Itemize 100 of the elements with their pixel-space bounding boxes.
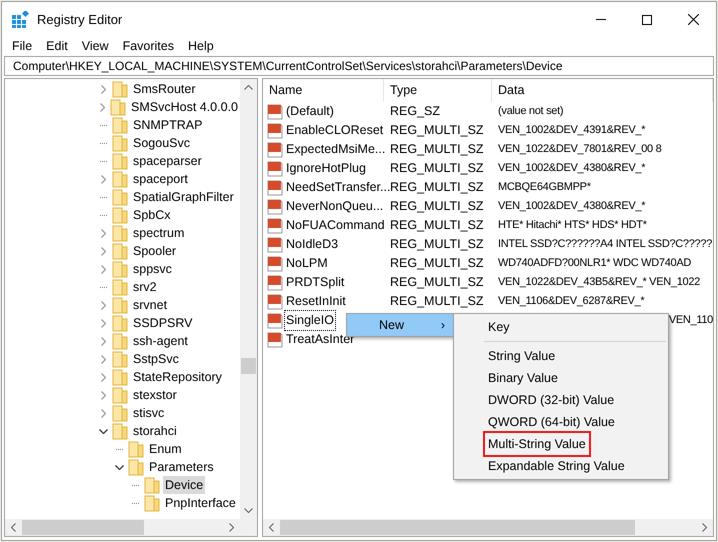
expand-chevron-icon[interactable] bbox=[101, 174, 106, 184]
tree-item[interactable]: ssh-agent bbox=[131, 332, 190, 350]
folder-icon bbox=[112, 422, 128, 440]
tree-item[interactable]: srv2 bbox=[131, 278, 159, 296]
expand-chevron-icon[interactable] bbox=[101, 264, 106, 274]
expand-chevron-icon[interactable] bbox=[100, 102, 105, 112]
value-type: REG_MULTI_SZ bbox=[390, 275, 484, 290]
tree-item[interactable]: sppsvc bbox=[131, 260, 174, 278]
folder-icon bbox=[144, 476, 160, 494]
expand-chevron-icon[interactable] bbox=[101, 84, 106, 94]
vertical-scrollbar[interactable] bbox=[240, 79, 257, 519]
value-data: VEN_1106&DEV_6287&REV_* bbox=[498, 294, 644, 310]
value-name[interactable]: EnableCLOReset bbox=[285, 121, 384, 140]
tree-item[interactable]: SSDPSRV bbox=[131, 314, 195, 332]
value-data: (value not set) bbox=[498, 104, 564, 120]
value-name[interactable]: (Default) bbox=[285, 102, 335, 121]
collapse-chevron-icon[interactable] bbox=[99, 428, 108, 434]
value-type: REG_MULTI_SZ bbox=[390, 199, 484, 214]
tree-item[interactable]: Spooler bbox=[131, 242, 178, 260]
value-name[interactable]: NoFUACommand bbox=[285, 216, 386, 235]
registry-icon bbox=[12, 11, 29, 28]
menu-item[interactable]: File bbox=[5, 36, 40, 56]
menu-item[interactable]: String Value bbox=[485, 345, 558, 367]
menu-item[interactable]: View bbox=[74, 36, 116, 56]
menu-item[interactable]: QWORD (64-bit) Value bbox=[485, 411, 618, 433]
expand-chevron-icon[interactable] bbox=[101, 300, 106, 310]
folder-icon bbox=[112, 224, 128, 242]
menu-item[interactable]: Multi-String Value bbox=[485, 433, 589, 455]
value-name[interactable]: NoLPM bbox=[285, 254, 329, 273]
column-header[interactable]: Name bbox=[263, 79, 384, 102]
value-type: REG_MULTI_SZ bbox=[390, 123, 484, 138]
tree-item[interactable]: spaceport bbox=[131, 170, 190, 188]
value-name[interactable]: NeverNonQueu... bbox=[285, 197, 384, 216]
folder-icon bbox=[112, 296, 128, 314]
value-name[interactable]: ResetInInit bbox=[285, 292, 347, 311]
scroll-thumb[interactable] bbox=[241, 358, 256, 374]
expand-chevron-icon[interactable] bbox=[101, 336, 106, 346]
tree-connector-icon bbox=[100, 124, 108, 126]
expand-chevron-icon[interactable] bbox=[101, 390, 106, 400]
tree-item[interactable]: Enum bbox=[147, 440, 184, 458]
folder-icon bbox=[112, 332, 128, 350]
tree-item[interactable]: SogouSvc bbox=[131, 134, 192, 152]
expand-chevron-icon[interactable] bbox=[101, 246, 106, 256]
menu-item[interactable]: New › bbox=[347, 314, 453, 336]
menu-item[interactable]: Favorites bbox=[116, 36, 181, 56]
scroll-up-icon[interactable] bbox=[244, 85, 253, 90]
tree-item[interactable]: PnpInterface bbox=[163, 494, 238, 512]
folder-icon bbox=[112, 314, 128, 332]
horizontal-scrollbar[interactable] bbox=[263, 519, 713, 536]
tree-item[interactable]: StateRepository bbox=[131, 368, 224, 386]
value-name[interactable]: SingleIO bbox=[285, 311, 335, 330]
menu-item[interactable]: Binary Value bbox=[485, 367, 561, 389]
column-header[interactable]: Data bbox=[492, 79, 713, 102]
value-type: REG_MULTI_SZ bbox=[390, 237, 484, 252]
tree-item[interactable]: SpatialGraphFilter bbox=[131, 188, 236, 206]
scroll-right-icon[interactable] bbox=[229, 523, 234, 532]
value-name[interactable]: NoIdleD3 bbox=[285, 235, 340, 254]
expand-chevron-icon[interactable] bbox=[101, 228, 106, 238]
string-value-icon bbox=[267, 218, 283, 234]
tree-item[interactable]: SstpSvc bbox=[131, 350, 181, 368]
tree-item[interactable]: SMSvcHost 4.0.0.0 bbox=[129, 98, 240, 116]
scroll-left-icon[interactable] bbox=[11, 523, 16, 532]
tree-item[interactable]: SpbCx bbox=[131, 206, 173, 224]
scroll-thumb[interactable] bbox=[280, 520, 635, 535]
value-name[interactable]: ExpectedMsiMe... bbox=[285, 140, 386, 159]
tree-item[interactable]: spectrum bbox=[131, 224, 186, 242]
tree-item[interactable]: Device bbox=[163, 476, 206, 494]
collapse-chevron-icon[interactable] bbox=[115, 464, 124, 470]
expand-chevron-icon[interactable] bbox=[101, 408, 106, 418]
menu-item[interactable]: DWORD (32-bit) Value bbox=[485, 389, 618, 411]
expand-chevron-icon[interactable] bbox=[101, 372, 106, 382]
window-title: Registry Editor bbox=[37, 10, 122, 29]
tree-item[interactable]: stisvc bbox=[131, 404, 166, 422]
scroll-thumb[interactable] bbox=[22, 520, 144, 535]
tree-item[interactable]: storahci bbox=[131, 422, 179, 440]
folder-icon bbox=[112, 206, 128, 224]
string-value-icon bbox=[267, 160, 283, 176]
address-bar[interactable]: Computer\HKEY_LOCAL_MACHINE\SYSTEM\CurrentControlSet\Services\storahci\Parameters\Device bbox=[4, 56, 714, 76]
tree-item[interactable]: Parameters bbox=[147, 458, 216, 476]
tree-item[interactable]: stexstor bbox=[131, 386, 179, 404]
menu-item[interactable]: Edit bbox=[39, 36, 75, 56]
value-name[interactable]: NeedSetTransfer... bbox=[285, 178, 392, 197]
value-name[interactable]: PRDTSplit bbox=[285, 273, 346, 292]
menu-item[interactable]: Help bbox=[180, 36, 221, 56]
tree-item[interactable]: SmsRouter bbox=[131, 80, 198, 98]
scroll-left-icon[interactable] bbox=[269, 523, 274, 532]
tree-item[interactable]: srvnet bbox=[131, 296, 170, 314]
value-data: MCBQE64GBMPP* bbox=[498, 180, 591, 196]
expand-chevron-icon[interactable] bbox=[101, 354, 106, 364]
menu-item[interactable]: Expandable String Value bbox=[485, 455, 628, 477]
tree-item[interactable]: SNMPTRAP bbox=[131, 116, 204, 134]
expand-chevron-icon[interactable] bbox=[101, 318, 106, 328]
horizontal-scrollbar[interactable] bbox=[5, 519, 257, 536]
column-header[interactable]: Type bbox=[384, 79, 492, 102]
value-name[interactable]: IgnoreHotPlug bbox=[285, 159, 367, 178]
folder-icon bbox=[112, 134, 128, 152]
tree-item[interactable]: spaceparser bbox=[131, 152, 204, 170]
scroll-down-icon[interactable] bbox=[244, 508, 253, 513]
scroll-right-icon[interactable] bbox=[702, 523, 707, 532]
menu-item[interactable]: Key bbox=[485, 316, 513, 338]
